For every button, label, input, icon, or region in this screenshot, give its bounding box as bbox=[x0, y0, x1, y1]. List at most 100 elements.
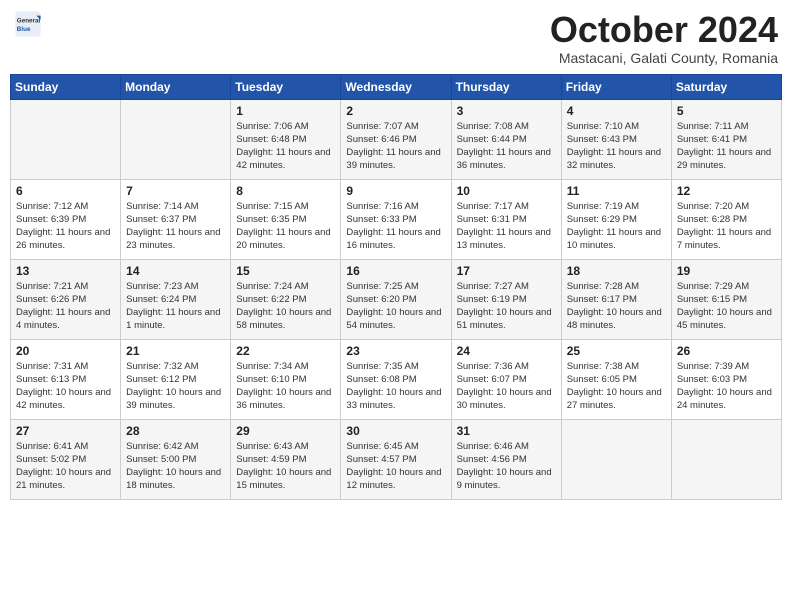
day-number: 5 bbox=[677, 104, 776, 118]
calendar-day-cell: 8Sunrise: 7:15 AM Sunset: 6:35 PM Daylig… bbox=[231, 179, 341, 259]
day-info: Sunrise: 6:45 AM Sunset: 4:57 PM Dayligh… bbox=[346, 440, 445, 493]
day-number: 26 bbox=[677, 344, 776, 358]
calendar-day-cell bbox=[671, 419, 781, 499]
calendar-day-cell: 18 Sunrise: 7:28 AM Sunset: 6:17 PM Dayli… bbox=[561, 259, 671, 339]
day-number: 6 bbox=[16, 184, 115, 198]
day-number: 15 bbox=[236, 264, 335, 278]
page-header: General Blue October 2024 Mastacani, Gal… bbox=[10, 10, 782, 66]
weekday-header-row: SundayMondayTuesdayWednesdayThursdayFrid… bbox=[11, 74, 782, 99]
day-info: Sunrise: 7:21 AM Sunset: 6:26 PM Dayligh… bbox=[16, 280, 115, 333]
day-number: 20 bbox=[16, 344, 115, 358]
calendar-week-row: 13 Sunrise: 7:21 AM Sunset: 6:26 PM Dayli… bbox=[11, 259, 782, 339]
day-number: 25 bbox=[567, 344, 666, 358]
day-number: 7 bbox=[126, 184, 225, 198]
day-info: Sunrise: 7:19 AM Sunset: 6:29 PM Dayligh… bbox=[567, 200, 666, 253]
calendar-day-cell: 17Sunrise: 7:27 AM Sunset: 6:19 PM Dayli… bbox=[451, 259, 561, 339]
calendar-day-cell: 10 Sunrise: 7:17 AM Sunset: 6:31 PM Dayli… bbox=[451, 179, 561, 259]
calendar-week-row: 27 Sunrise: 6:41 AM Sunset: 5:02 PM Dayli… bbox=[11, 419, 782, 499]
day-info: Sunrise: 7:27 AM Sunset: 6:19 PM Dayligh… bbox=[457, 280, 556, 333]
day-info: Sunrise: 6:43 AM Sunset: 4:59 PM Dayligh… bbox=[236, 440, 335, 493]
day-number: 10 bbox=[457, 184, 556, 198]
day-number: 31 bbox=[457, 424, 556, 438]
calendar-day-cell: 2 Sunrise: 7:07 AM Sunset: 6:46 PM Daylig… bbox=[341, 99, 451, 179]
calendar-day-cell: 29Sunrise: 6:43 AM Sunset: 4:59 PM Dayli… bbox=[231, 419, 341, 499]
day-number: 19 bbox=[677, 264, 776, 278]
day-info: Sunrise: 7:20 AM Sunset: 6:28 PM Dayligh… bbox=[677, 200, 776, 253]
day-number: 27 bbox=[16, 424, 115, 438]
calendar-day-cell: 15 Sunrise: 7:24 AM Sunset: 6:22 PM Dayli… bbox=[231, 259, 341, 339]
weekday-header-cell: Wednesday bbox=[341, 74, 451, 99]
calendar-day-cell: 11Sunrise: 7:19 AM Sunset: 6:29 PM Dayli… bbox=[561, 179, 671, 259]
day-number: 12 bbox=[677, 184, 776, 198]
day-info: Sunrise: 7:38 AM Sunset: 6:05 PM Dayligh… bbox=[567, 360, 666, 413]
day-info: Sunrise: 7:23 AM Sunset: 6:24 PM Dayligh… bbox=[126, 280, 225, 333]
day-number: 21 bbox=[126, 344, 225, 358]
logo: General Blue bbox=[14, 10, 44, 38]
day-number: 22 bbox=[236, 344, 335, 358]
day-number: 13 bbox=[16, 264, 115, 278]
calendar-day-cell: 20 Sunrise: 7:31 AM Sunset: 6:13 PM Dayli… bbox=[11, 339, 121, 419]
day-info: Sunrise: 7:29 AM Sunset: 6:15 PM Dayligh… bbox=[677, 280, 776, 333]
day-info: Sunrise: 7:31 AM Sunset: 6:13 PM Dayligh… bbox=[16, 360, 115, 413]
day-info: Sunrise: 7:15 AM Sunset: 6:35 PM Dayligh… bbox=[236, 200, 335, 253]
calendar-day-cell: 22 Sunrise: 7:34 AM Sunset: 6:10 PM Dayli… bbox=[231, 339, 341, 419]
calendar-day-cell: 3 Sunrise: 7:08 AM Sunset: 6:44 PM Daylig… bbox=[451, 99, 561, 179]
day-info: Sunrise: 7:25 AM Sunset: 6:20 PM Dayligh… bbox=[346, 280, 445, 333]
calendar-day-cell bbox=[11, 99, 121, 179]
calendar-day-cell: 21 Sunrise: 7:32 AM Sunset: 6:12 PM Dayli… bbox=[121, 339, 231, 419]
calendar-day-cell: 9 Sunrise: 7:16 AM Sunset: 6:33 PM Daylig… bbox=[341, 179, 451, 259]
day-info: Sunrise: 6:46 AM Sunset: 4:56 PM Dayligh… bbox=[457, 440, 556, 493]
calendar-day-cell: 6 Sunrise: 7:12 AM Sunset: 6:39 PM Daylig… bbox=[11, 179, 121, 259]
calendar-week-row: 6 Sunrise: 7:12 AM Sunset: 6:39 PM Daylig… bbox=[11, 179, 782, 259]
calendar-day-cell: 19 Sunrise: 7:29 AM Sunset: 6:15 PM Dayli… bbox=[671, 259, 781, 339]
calendar-day-cell: 24 Sunrise: 7:36 AM Sunset: 6:07 PM Dayli… bbox=[451, 339, 561, 419]
weekday-header-cell: Sunday bbox=[11, 74, 121, 99]
day-info: Sunrise: 7:34 AM Sunset: 6:10 PM Dayligh… bbox=[236, 360, 335, 413]
day-number: 18 bbox=[567, 264, 666, 278]
day-info: Sunrise: 7:24 AM Sunset: 6:22 PM Dayligh… bbox=[236, 280, 335, 333]
calendar-day-cell: 7 Sunrise: 7:14 AM Sunset: 6:37 PM Daylig… bbox=[121, 179, 231, 259]
day-info: Sunrise: 7:35 AM Sunset: 6:08 PM Dayligh… bbox=[346, 360, 445, 413]
weekday-header-cell: Saturday bbox=[671, 74, 781, 99]
calendar-week-row: 1Sunrise: 7:06 AM Sunset: 6:48 PM Daylig… bbox=[11, 99, 782, 179]
calendar-day-cell: 5 Sunrise: 7:11 AM Sunset: 6:41 PM Daylig… bbox=[671, 99, 781, 179]
day-number: 9 bbox=[346, 184, 445, 198]
calendar-body: 1Sunrise: 7:06 AM Sunset: 6:48 PM Daylig… bbox=[11, 99, 782, 499]
calendar-day-cell: 14 Sunrise: 7:23 AM Sunset: 6:24 PM Dayli… bbox=[121, 259, 231, 339]
calendar-day-cell: 28Sunrise: 6:42 AM Sunset: 5:00 PM Dayli… bbox=[121, 419, 231, 499]
weekday-header-cell: Thursday bbox=[451, 74, 561, 99]
day-number: 24 bbox=[457, 344, 556, 358]
day-info: Sunrise: 7:39 AM Sunset: 6:03 PM Dayligh… bbox=[677, 360, 776, 413]
day-number: 2 bbox=[346, 104, 445, 118]
day-info: Sunrise: 7:07 AM Sunset: 6:46 PM Dayligh… bbox=[346, 120, 445, 173]
day-info: Sunrise: 7:14 AM Sunset: 6:37 PM Dayligh… bbox=[126, 200, 225, 253]
day-info: Sunrise: 6:41 AM Sunset: 5:02 PM Dayligh… bbox=[16, 440, 115, 493]
weekday-header-cell: Friday bbox=[561, 74, 671, 99]
month-title: October 2024 bbox=[550, 10, 778, 50]
calendar-day-cell: 26 Sunrise: 7:39 AM Sunset: 6:03 PM Dayli… bbox=[671, 339, 781, 419]
svg-text:General: General bbox=[17, 18, 41, 25]
calendar-day-cell: 1Sunrise: 7:06 AM Sunset: 6:48 PM Daylig… bbox=[231, 99, 341, 179]
calendar-day-cell: 13 Sunrise: 7:21 AM Sunset: 6:26 PM Dayli… bbox=[11, 259, 121, 339]
day-info: Sunrise: 7:16 AM Sunset: 6:33 PM Dayligh… bbox=[346, 200, 445, 253]
day-number: 3 bbox=[457, 104, 556, 118]
calendar-week-row: 20 Sunrise: 7:31 AM Sunset: 6:13 PM Dayli… bbox=[11, 339, 782, 419]
logo-icon: General Blue bbox=[14, 10, 42, 38]
location: Mastacani, Galati County, Romania bbox=[550, 50, 778, 66]
calendar-day-cell: 16 Sunrise: 7:25 AM Sunset: 6:20 PM Dayli… bbox=[341, 259, 451, 339]
day-info: Sunrise: 7:32 AM Sunset: 6:12 PM Dayligh… bbox=[126, 360, 225, 413]
day-info: Sunrise: 7:17 AM Sunset: 6:31 PM Dayligh… bbox=[457, 200, 556, 253]
day-info: Sunrise: 7:12 AM Sunset: 6:39 PM Dayligh… bbox=[16, 200, 115, 253]
calendar-day-cell bbox=[561, 419, 671, 499]
day-info: Sunrise: 7:36 AM Sunset: 6:07 PM Dayligh… bbox=[457, 360, 556, 413]
day-info: Sunrise: 7:28 AM Sunset: 6:17 PM Dayligh… bbox=[567, 280, 666, 333]
day-info: Sunrise: 7:11 AM Sunset: 6:41 PM Dayligh… bbox=[677, 120, 776, 173]
calendar-day-cell: 30Sunrise: 6:45 AM Sunset: 4:57 PM Dayli… bbox=[341, 419, 451, 499]
day-number: 4 bbox=[567, 104, 666, 118]
calendar-day-cell: 31 Sunrise: 6:46 AM Sunset: 4:56 PM Dayli… bbox=[451, 419, 561, 499]
day-info: Sunrise: 7:08 AM Sunset: 6:44 PM Dayligh… bbox=[457, 120, 556, 173]
day-number: 16 bbox=[346, 264, 445, 278]
day-info: Sunrise: 7:10 AM Sunset: 6:43 PM Dayligh… bbox=[567, 120, 666, 173]
calendar-day-cell: 25 Sunrise: 7:38 AM Sunset: 6:05 PM Dayli… bbox=[561, 339, 671, 419]
day-number: 14 bbox=[126, 264, 225, 278]
